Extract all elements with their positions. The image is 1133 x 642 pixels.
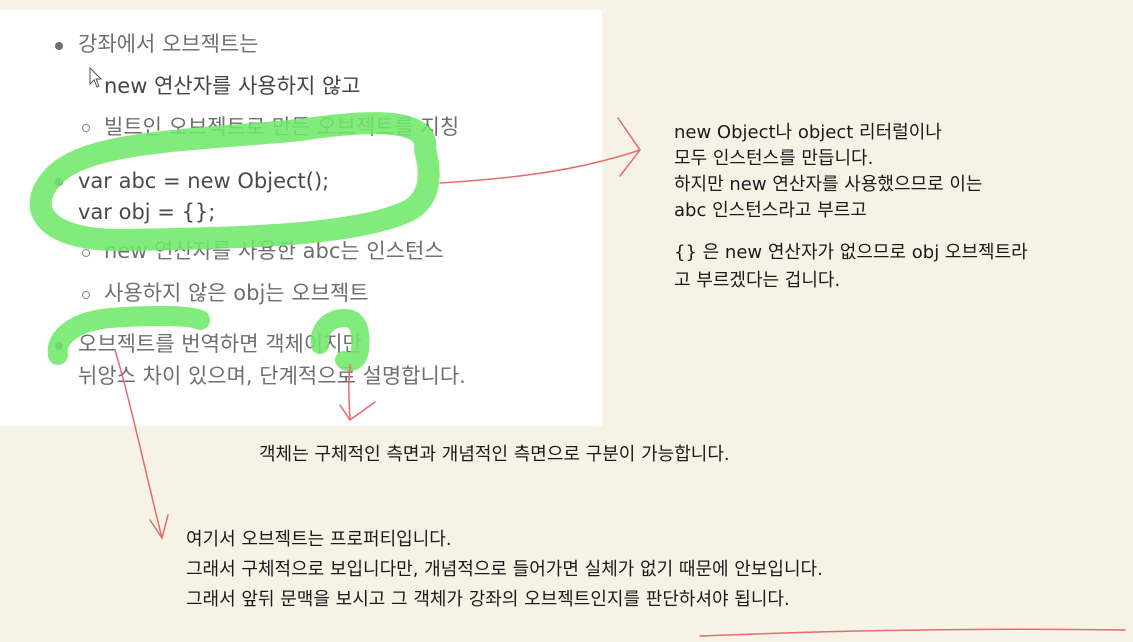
sub-bullet-object: 사용하지 않은 obj는 오브젝트 — [104, 281, 369, 305]
note-right-line-5: {} 은 new 연산자가 없으므로 obj 오브젝트라 — [674, 242, 1028, 263]
bullet-1: 강좌에서 오브젝트는 — [78, 32, 259, 56]
lecture-slide: 강좌에서 오브젝트는 new 연산자를 사용하지 않고 빌트인 오브젝트로 만든… — [0, 10, 602, 426]
note-right-line-3: 하지만 new 연산자를 사용했으므로 이는 — [674, 174, 983, 195]
bullet-dot — [55, 342, 63, 350]
sub-bullet-builtin: 빌트인 오브젝트로 만든 오브젝트를 지칭 — [104, 115, 460, 139]
note-bottom-line-2: 그래서 구체적으로 보입니다만, 개념적으로 들어가면 실체가 없기 때문에 안… — [186, 559, 823, 580]
sub-bullet-circle — [82, 291, 90, 299]
code-line-obj: var obj = {}; — [78, 200, 216, 224]
note-middle: 객체는 구체적인 측면과 개념적인 측면으로 구분이 가능합니다. — [259, 444, 730, 465]
bullet-dot — [55, 42, 63, 50]
red-underline — [699, 628, 1126, 637]
bullet-dot — [55, 178, 63, 186]
sub-bullet-circle — [82, 124, 90, 132]
note-bottom-line-3: 그래서 앞뒤 문맥을 보시고 그 객체가 강좌의 오브젝트인지를 판단하셔야 됩… — [186, 589, 790, 610]
note-right-line-4: abc 인스턴스라고 부르고 — [674, 200, 867, 221]
note-right-line-6: 고 부르겠다는 겁니다. — [674, 270, 841, 291]
note-right-line-1: new Object나 object 리터럴이나 — [674, 122, 942, 143]
note-bottom-line-1: 여기서 오브젝트는 프로퍼티입니다. — [186, 529, 452, 550]
bullet-3-line-1: 오브젝트를 번역하면 객체이지만 — [78, 332, 362, 356]
bullet-3-line-2: 뉘앙스 차이 있으며, 단계적으로 설명합니다. — [78, 364, 466, 388]
code-line-abc: var abc = new Object(); — [78, 169, 330, 193]
sub-bullet-instance: new 연산자를 사용한 abc는 인스턴스 — [104, 239, 444, 263]
sub-bullet-new-operator: new 연산자를 사용하지 않고 — [104, 74, 361, 98]
sub-bullet-circle — [82, 249, 90, 257]
note-right-line-2: 모두 인스턴스를 만듭니다. — [674, 148, 874, 169]
